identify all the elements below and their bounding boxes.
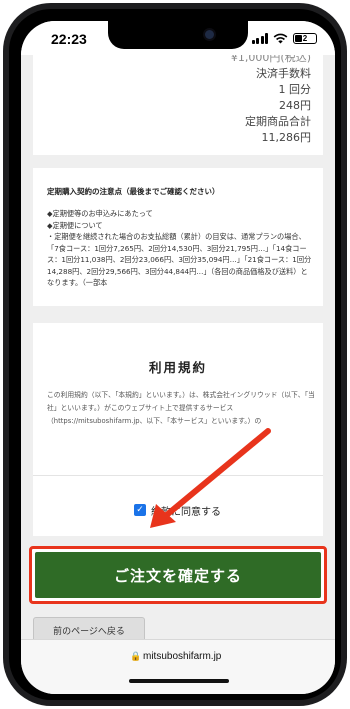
agree-checkbox[interactable]: ✓ — [134, 504, 146, 516]
signal-icon — [251, 33, 268, 44]
terms-of-service[interactable]: 利用規約 この利用規約（以下、「本規約」といいます。）は、株式会社イングリウッド… — [33, 323, 323, 475]
notice-line-1: ◆定期便等のお申込みにあたって — [47, 209, 153, 218]
browser-url-bar[interactable]: 🔒 mitsuboshifarm.jp — [21, 639, 335, 694]
phone-screen: 22:23 2 ¥1,000円(税込) 決済手数料 1 回分 248円 定期商品… — [21, 21, 335, 694]
summary-partial: ¥1,000円(税込) — [230, 55, 311, 64]
confirm-order-button[interactable]: ご注文を確定する — [35, 552, 321, 598]
fee-amount: 248円 — [279, 99, 311, 112]
camera-icon — [205, 30, 214, 39]
wifi-icon — [273, 33, 288, 44]
agree-label[interactable]: 約款に同意する — [151, 503, 221, 518]
home-indicator — [129, 679, 229, 683]
order-summary: ¥1,000円(税込) 決済手数料 1 回分 248円 定期商品合計 11,28… — [33, 55, 323, 155]
total-label: 定期商品合計 — [245, 115, 311, 128]
subscription-notice[interactable]: 定期購入契約の注意点（最後までご確認ください） ◆定期便等のお申込みにあたって … — [33, 168, 323, 306]
agree-row[interactable]: ✓ 約款に同意する — [33, 475, 323, 536]
fee-count: 1 回分 — [278, 83, 312, 96]
battery-level: 2 — [302, 34, 308, 43]
status-time: 22:23 — [51, 31, 87, 47]
terms-title: 利用規約 — [148, 360, 207, 375]
lock-icon: 🔒 — [130, 652, 142, 662]
notice-body: ◆定期便等のお申込みにあたって ◆定期便について ・定期便を継続された場合のお支… — [47, 208, 313, 289]
battery-icon: 2 — [293, 33, 317, 44]
notice-text: ・定期便を継続された場合のお支払総額（累計）の目安は、通常プランの場合、「7食コ… — [47, 232, 312, 287]
url-text[interactable]: mitsuboshifarm.jp — [143, 651, 221, 662]
confirm-highlight: ご注文を確定する — [29, 546, 327, 604]
notice-line-2: ◆定期便について — [47, 220, 103, 230]
terms-body: この利用規約（以下、「本規約」といいます。）は、株式会社イングリウッド（以下、「… — [47, 391, 315, 425]
notice-title: 定期購入契約の注意点（最後までご確認ください） — [47, 187, 220, 196]
page-content[interactable]: ¥1,000円(税込) 決済手数料 1 回分 248円 定期商品合計 11,28… — [21, 55, 335, 655]
notch — [108, 21, 248, 49]
fee-label: 決済手数料 — [256, 67, 311, 80]
total-amount: 11,286円 — [261, 131, 312, 144]
phone-frame: 22:23 2 ¥1,000円(税込) 決済手数料 1 回分 248円 定期商品… — [3, 3, 347, 706]
status-icons: 2 — [251, 33, 317, 44]
